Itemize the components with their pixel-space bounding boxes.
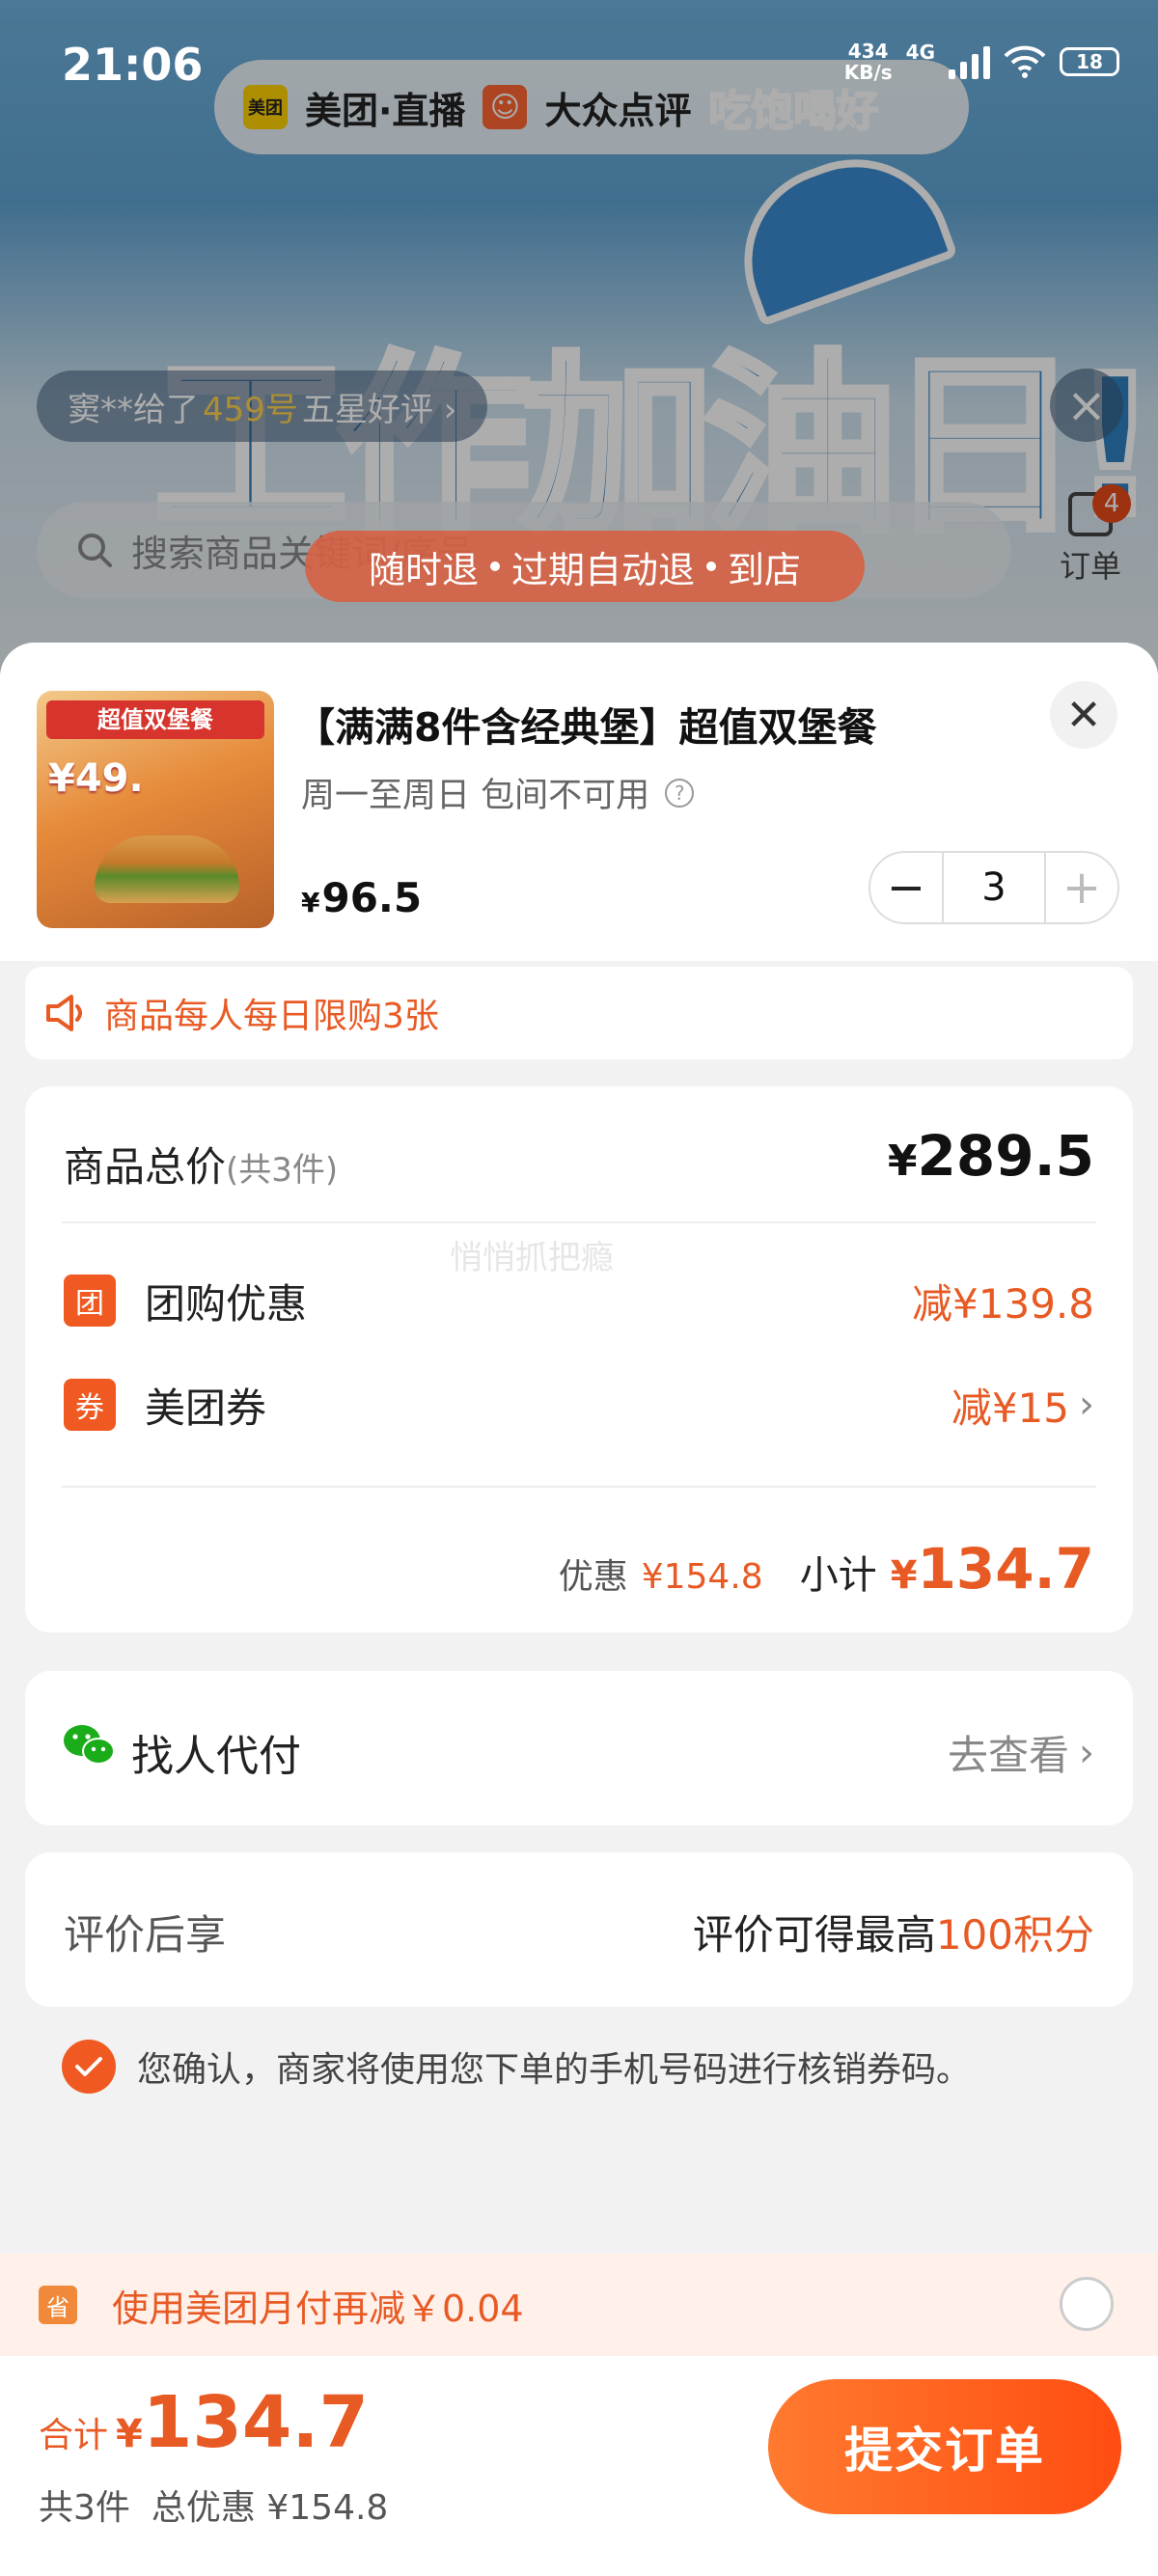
group-discount-row: 团 团购优惠 — [64, 1272, 307, 1329]
decrease-button[interactable]: − — [870, 853, 942, 922]
wechat-icon — [64, 1725, 115, 1765]
quantity-stepper: − 3 + — [868, 851, 1119, 924]
grand-total-detail: 共3件 总优惠 ¥154.8 — [39, 2480, 388, 2530]
goods-total-amount: 289.5 — [917, 1123, 1094, 1189]
group-discount-value: 减¥139.8 — [912, 1279, 1094, 1328]
pay-for-me-link-text: 去查看 — [947, 1732, 1069, 1779]
price-summary-card: 商品总价(共3件) ¥289.5 悄悄抓把瘾 团 团购优惠 减¥139.8 券 … — [25, 1086, 1133, 1632]
chevron-right-icon: › — [1079, 1730, 1094, 1775]
rating-value-prefix: 评价可得最高 — [692, 1911, 936, 1959]
coupon-row[interactable]: 券 美团券 — [64, 1376, 266, 1434]
background-page: 工作加油日! 美团 美团·直播 ☺ 大众点评 吃饱喝好 窦**给了 459号 五… — [0, 0, 1158, 675]
currency-symbol: ¥ — [301, 887, 320, 918]
goods-total-label: 商品总价(共3件) — [64, 1135, 338, 1193]
promo-text: 使用美团月付再减￥0.04 — [112, 2287, 524, 2330]
product-price: ¥96.5 — [301, 874, 422, 921]
total-discount: 总优惠 ¥154.8 — [151, 2488, 389, 2528]
confirm-checkbox[interactable] — [62, 2040, 116, 2094]
service-tags: 随时退 过期自动退 到店 — [305, 531, 865, 602]
close-sheet-icon[interactable]: ✕ — [1050, 681, 1117, 749]
order-sheet: 超值双堡餐 ¥49. 【满满8件含经典堡】超值双堡餐 周一至周日 包间不可用 ?… — [0, 643, 1158, 2576]
tag-auto-refund: 过期自动退 — [510, 548, 695, 591]
subtotal-label: 小计 — [799, 1553, 877, 1598]
checkmark-icon — [75, 2057, 102, 2076]
status-time: 21:06 — [62, 39, 204, 91]
signal-icon — [949, 44, 990, 79]
subtotal-value: 134.7 — [917, 1536, 1094, 1602]
coupon-badge-icon: 券 — [64, 1379, 116, 1431]
purchase-limit-notice: 商品每人每日限购3张 — [25, 967, 1133, 1059]
pay-for-me-card[interactable]: 找人代付 去查看 › — [25, 1671, 1133, 1825]
promo-radio[interactable] — [1060, 2277, 1114, 2331]
item-count: 共3件 — [39, 2488, 130, 2528]
product-subtitle: 周一至周日 包间不可用 ? — [301, 768, 695, 817]
product-image-title: 超值双堡餐 — [46, 700, 264, 739]
group-buy-badge-icon: 团 — [64, 1274, 116, 1327]
rating-label: 评价后享 — [64, 1911, 227, 1959]
goods-total-text: 商品总价 — [64, 1143, 227, 1191]
product-image: 超值双堡餐 ¥49. — [37, 691, 274, 928]
tag-in-store: 到店 — [728, 548, 802, 591]
submit-order-button[interactable]: 提交订单 — [768, 2379, 1121, 2514]
saving-value: ¥154.8 — [641, 1557, 763, 1597]
net-speed: 434 KB/s — [844, 41, 893, 83]
net-speed-unit: KB/s — [843, 61, 893, 84]
checkout-bar: 合计 ¥ 134.7 共3件 总优惠 ¥154.8 提交订单 — [0, 2356, 1158, 2576]
coupon-value[interactable]: 减¥15 › — [951, 1376, 1094, 1434]
product-image-price: ¥49. — [48, 756, 144, 801]
pay-for-me-link[interactable]: 去查看 › — [948, 1723, 1094, 1782]
rating-reward-card: 评价后享 评价可得最高100积分 — [25, 1852, 1133, 2007]
grand-total: 合计 ¥ 134.7 — [39, 2381, 369, 2464]
product-availability: 周一至周日 包间不可用 — [301, 777, 650, 815]
watermark: 悄悄抓把瘾 — [450, 1239, 614, 1277]
monthly-pay-promo[interactable]: 省 使用美团月付再减￥0.04 — [0, 2254, 1158, 2356]
battery-icon: 18 — [1060, 47, 1119, 76]
chevron-right-icon: › — [1079, 1383, 1094, 1427]
saving-label: 优惠 — [558, 1557, 628, 1597]
divider — [62, 1221, 1096, 1223]
save-icon: 省 — [39, 2286, 77, 2324]
limit-text: 商品每人每日限购3张 — [104, 997, 439, 1036]
coupon-label: 美团券 — [145, 1384, 267, 1432]
grand-total-value: 134.7 — [142, 2381, 369, 2464]
help-icon[interactable]: ? — [665, 778, 695, 808]
goods-count: (共3件) — [226, 1151, 339, 1190]
group-discount-label: 团购优惠 — [145, 1279, 308, 1328]
tag-refund-anytime: 随时退 — [368, 548, 479, 591]
rating-value-highlight: 100积分 — [935, 1911, 1094, 1959]
grand-total-label: 合计 — [39, 2416, 109, 2455]
confirm-text: 您确认，商家将使用您下单的手机号码进行核销券码。 — [137, 2050, 972, 2090]
divider — [62, 1486, 1096, 1488]
pay-for-me-label: 找人代付 — [131, 1732, 301, 1781]
speaker-icon — [46, 995, 82, 1031]
coupon-value-text: 减¥15 — [951, 1384, 1069, 1432]
currency-symbol: ¥ — [890, 1553, 918, 1598]
dot-separator — [489, 562, 500, 571]
subtotal-row: 优惠 ¥154.8 小计 ¥134.7 — [559, 1536, 1094, 1602]
network-type: 4G — [905, 41, 935, 64]
status-icons: 434 KB/s 4G 18 — [844, 41, 1119, 83]
increase-button[interactable]: + — [1046, 853, 1117, 922]
currency-symbol: ¥ — [116, 2412, 143, 2456]
goods-total-value: ¥289.5 — [888, 1123, 1094, 1189]
confirm-row: 您确认，商家将使用您下单的手机号码进行核销券码。 — [62, 2040, 971, 2094]
dot-separator — [706, 562, 716, 571]
product-price-value: 96.5 — [321, 874, 423, 921]
product-header: 超值双堡餐 ¥49. 【满满8件含经典堡】超值双堡餐 周一至周日 包间不可用 ?… — [0, 643, 1158, 961]
rating-value: 评价可得最高100积分 — [693, 1903, 1094, 1961]
currency-symbol: ¥ — [887, 1137, 918, 1186]
quantity-value[interactable]: 3 — [942, 853, 1046, 922]
product-title: 【满满8件含经典堡】超值双堡餐 — [295, 704, 877, 751]
net-speed-value: 434 — [847, 40, 889, 63]
burger-illustration — [95, 836, 239, 903]
wifi-icon — [1004, 45, 1046, 78]
